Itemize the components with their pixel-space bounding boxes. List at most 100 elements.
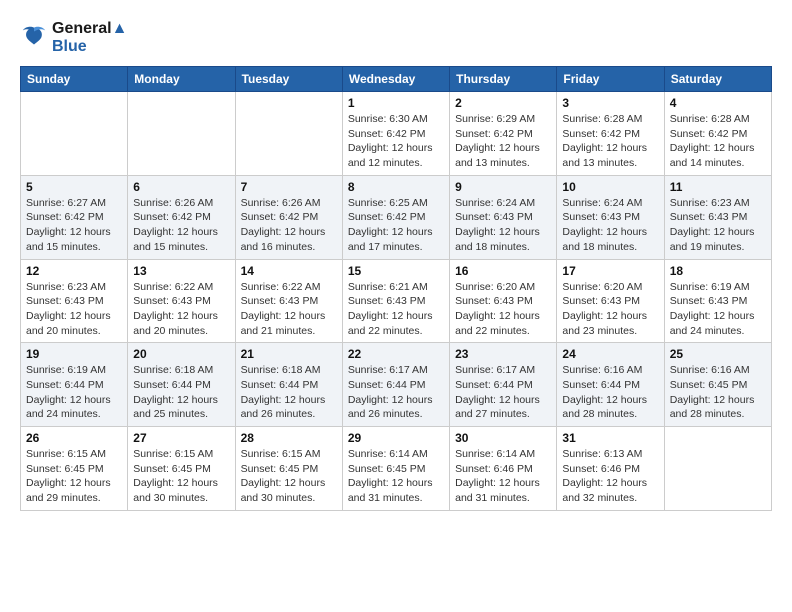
day-number: 9 xyxy=(455,180,551,194)
day-info: Sunrise: 6:13 AM Sunset: 6:46 PM Dayligh… xyxy=(562,447,658,506)
calendar-day-cell: 29 Sunrise: 6:14 AM Sunset: 6:45 PM Dayli… xyxy=(342,427,449,511)
day-info: Sunrise: 6:22 AM Sunset: 6:43 PM Dayligh… xyxy=(133,280,229,339)
calendar-day-cell: 20 Sunrise: 6:18 AM Sunset: 6:44 PM Dayli… xyxy=(128,343,235,427)
calendar-table: SundayMondayTuesdayWednesdayThursdayFrid… xyxy=(20,66,772,511)
day-number: 16 xyxy=(455,264,551,278)
calendar-week-row: 26 Sunrise: 6:15 AM Sunset: 6:45 PM Dayli… xyxy=(21,427,772,511)
day-info: Sunrise: 6:20 AM Sunset: 6:43 PM Dayligh… xyxy=(562,280,658,339)
logo-icon xyxy=(20,24,48,52)
calendar-header-row: SundayMondayTuesdayWednesdayThursdayFrid… xyxy=(21,67,772,92)
day-info: Sunrise: 6:15 AM Sunset: 6:45 PM Dayligh… xyxy=(241,447,337,506)
calendar-day-cell: 11 Sunrise: 6:23 AM Sunset: 6:43 PM Dayli… xyxy=(664,175,771,259)
day-number: 15 xyxy=(348,264,444,278)
day-info: Sunrise: 6:21 AM Sunset: 6:43 PM Dayligh… xyxy=(348,280,444,339)
weekday-header: Sunday xyxy=(21,67,128,92)
day-info: Sunrise: 6:26 AM Sunset: 6:42 PM Dayligh… xyxy=(133,196,229,255)
day-number: 14 xyxy=(241,264,337,278)
calendar-day-cell xyxy=(235,92,342,176)
calendar-day-cell: 15 Sunrise: 6:21 AM Sunset: 6:43 PM Dayli… xyxy=(342,259,449,343)
calendar-day-cell: 31Sunrise: 6:13 AM Sunset: 6:46 PM Dayli… xyxy=(557,427,664,511)
day-number: 10 xyxy=(562,180,658,194)
day-number: 21 xyxy=(241,347,337,361)
day-info: Sunrise: 6:24 AM Sunset: 6:43 PM Dayligh… xyxy=(455,196,551,255)
weekday-header: Friday xyxy=(557,67,664,92)
day-info: Sunrise: 6:30 AM Sunset: 6:42 PM Dayligh… xyxy=(348,112,444,171)
calendar-day-cell: 3 Sunrise: 6:28 AM Sunset: 6:42 PM Daylig… xyxy=(557,92,664,176)
calendar-day-cell: 6 Sunrise: 6:26 AM Sunset: 6:42 PM Daylig… xyxy=(128,175,235,259)
calendar-day-cell: 8 Sunrise: 6:25 AM Sunset: 6:42 PM Daylig… xyxy=(342,175,449,259)
day-number: 7 xyxy=(241,180,337,194)
calendar-day-cell: 22 Sunrise: 6:17 AM Sunset: 6:44 PM Dayli… xyxy=(342,343,449,427)
day-info: Sunrise: 6:17 AM Sunset: 6:44 PM Dayligh… xyxy=(348,363,444,422)
day-number: 30 xyxy=(455,431,551,445)
day-number: 26 xyxy=(26,431,122,445)
logo-text: General▲ Blue xyxy=(52,20,127,56)
day-info: Sunrise: 6:28 AM Sunset: 6:42 PM Dayligh… xyxy=(670,112,766,171)
day-info: Sunrise: 6:18 AM Sunset: 6:44 PM Dayligh… xyxy=(133,363,229,422)
weekday-header: Monday xyxy=(128,67,235,92)
day-number: 5 xyxy=(26,180,122,194)
day-info: Sunrise: 6:18 AM Sunset: 6:44 PM Dayligh… xyxy=(241,363,337,422)
weekday-header: Saturday xyxy=(664,67,771,92)
day-info: Sunrise: 6:16 AM Sunset: 6:44 PM Dayligh… xyxy=(562,363,658,422)
page-header: General▲ Blue xyxy=(20,20,772,56)
day-info: Sunrise: 6:29 AM Sunset: 6:42 PM Dayligh… xyxy=(455,112,551,171)
calendar-body: 1Sunrise: 6:30 AM Sunset: 6:42 PM Daylig… xyxy=(21,92,772,511)
day-info: Sunrise: 6:19 AM Sunset: 6:43 PM Dayligh… xyxy=(670,280,766,339)
day-number: 24 xyxy=(562,347,658,361)
day-number: 2 xyxy=(455,96,551,110)
day-info: Sunrise: 6:24 AM Sunset: 6:43 PM Dayligh… xyxy=(562,196,658,255)
day-info: Sunrise: 6:19 AM Sunset: 6:44 PM Dayligh… xyxy=(26,363,122,422)
calendar-day-cell xyxy=(664,427,771,511)
day-info: Sunrise: 6:15 AM Sunset: 6:45 PM Dayligh… xyxy=(133,447,229,506)
calendar-day-cell: 1Sunrise: 6:30 AM Sunset: 6:42 PM Daylig… xyxy=(342,92,449,176)
calendar-day-cell xyxy=(21,92,128,176)
day-number: 11 xyxy=(670,180,766,194)
calendar-week-row: 12 Sunrise: 6:23 AM Sunset: 6:43 PM Dayli… xyxy=(21,259,772,343)
day-info: Sunrise: 6:25 AM Sunset: 6:42 PM Dayligh… xyxy=(348,196,444,255)
calendar-week-row: 19Sunrise: 6:19 AM Sunset: 6:44 PM Dayli… xyxy=(21,343,772,427)
weekday-header: Wednesday xyxy=(342,67,449,92)
calendar-day-cell: 12 Sunrise: 6:23 AM Sunset: 6:43 PM Dayli… xyxy=(21,259,128,343)
calendar-day-cell: 25 Sunrise: 6:16 AM Sunset: 6:45 PM Dayli… xyxy=(664,343,771,427)
day-info: Sunrise: 6:23 AM Sunset: 6:43 PM Dayligh… xyxy=(26,280,122,339)
day-number: 20 xyxy=(133,347,229,361)
calendar-day-cell: 28 Sunrise: 6:15 AM Sunset: 6:45 PM Dayli… xyxy=(235,427,342,511)
calendar-day-cell: 2 Sunrise: 6:29 AM Sunset: 6:42 PM Daylig… xyxy=(450,92,557,176)
day-number: 25 xyxy=(670,347,766,361)
day-number: 23 xyxy=(455,347,551,361)
calendar-day-cell: 18 Sunrise: 6:19 AM Sunset: 6:43 PM Dayli… xyxy=(664,259,771,343)
day-number: 18 xyxy=(670,264,766,278)
calendar-day-cell: 9 Sunrise: 6:24 AM Sunset: 6:43 PM Daylig… xyxy=(450,175,557,259)
day-info: Sunrise: 6:28 AM Sunset: 6:42 PM Dayligh… xyxy=(562,112,658,171)
day-number: 22 xyxy=(348,347,444,361)
calendar-day-cell: 24 Sunrise: 6:16 AM Sunset: 6:44 PM Dayli… xyxy=(557,343,664,427)
calendar-day-cell: 4Sunrise: 6:28 AM Sunset: 6:42 PM Daylig… xyxy=(664,92,771,176)
day-number: 8 xyxy=(348,180,444,194)
calendar-day-cell: 23 Sunrise: 6:17 AM Sunset: 6:44 PM Dayli… xyxy=(450,343,557,427)
day-info: Sunrise: 6:15 AM Sunset: 6:45 PM Dayligh… xyxy=(26,447,122,506)
calendar-day-cell: 5Sunrise: 6:27 AM Sunset: 6:42 PM Daylig… xyxy=(21,175,128,259)
day-number: 6 xyxy=(133,180,229,194)
weekday-header: Thursday xyxy=(450,67,557,92)
day-info: Sunrise: 6:20 AM Sunset: 6:43 PM Dayligh… xyxy=(455,280,551,339)
day-info: Sunrise: 6:17 AM Sunset: 6:44 PM Dayligh… xyxy=(455,363,551,422)
day-number: 17 xyxy=(562,264,658,278)
calendar-day-cell: 14Sunrise: 6:22 AM Sunset: 6:43 PM Dayli… xyxy=(235,259,342,343)
day-info: Sunrise: 6:16 AM Sunset: 6:45 PM Dayligh… xyxy=(670,363,766,422)
day-info: Sunrise: 6:14 AM Sunset: 6:45 PM Dayligh… xyxy=(348,447,444,506)
day-number: 29 xyxy=(348,431,444,445)
weekday-header: Tuesday xyxy=(235,67,342,92)
calendar-day-cell: 17 Sunrise: 6:20 AM Sunset: 6:43 PM Dayli… xyxy=(557,259,664,343)
day-number: 27 xyxy=(133,431,229,445)
day-info: Sunrise: 6:23 AM Sunset: 6:43 PM Dayligh… xyxy=(670,196,766,255)
calendar-day-cell xyxy=(128,92,235,176)
calendar-week-row: 5Sunrise: 6:27 AM Sunset: 6:42 PM Daylig… xyxy=(21,175,772,259)
day-number: 13 xyxy=(133,264,229,278)
calendar-day-cell: 30 Sunrise: 6:14 AM Sunset: 6:46 PM Dayli… xyxy=(450,427,557,511)
calendar-day-cell: 21 Sunrise: 6:18 AM Sunset: 6:44 PM Dayli… xyxy=(235,343,342,427)
day-info: Sunrise: 6:14 AM Sunset: 6:46 PM Dayligh… xyxy=(455,447,551,506)
day-number: 3 xyxy=(562,96,658,110)
day-number: 28 xyxy=(241,431,337,445)
day-number: 12 xyxy=(26,264,122,278)
